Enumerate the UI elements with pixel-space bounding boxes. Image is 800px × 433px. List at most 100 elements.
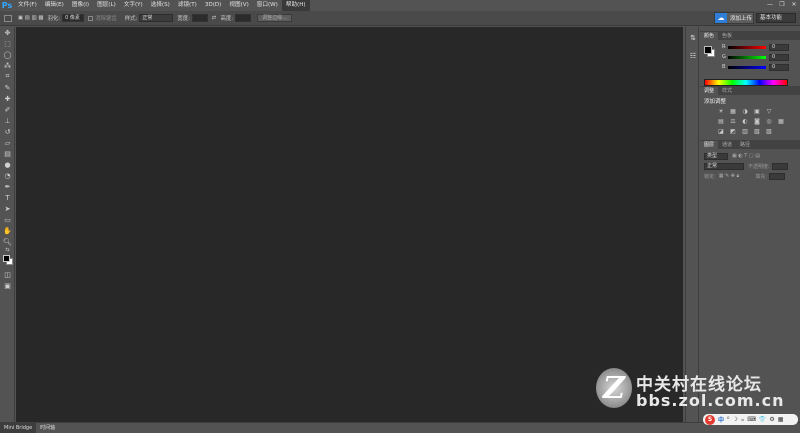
color-spectrum[interactable] — [704, 79, 788, 86]
swap-icon[interactable]: ⇄ — [212, 15, 217, 21]
refine-edge-button[interactable]: 调整边缘... — [257, 14, 292, 22]
restore-button[interactable]: ❐ — [776, 0, 788, 9]
color-swatches[interactable] — [0, 253, 15, 269]
brightness-icon[interactable]: ☀ — [716, 107, 726, 115]
vibrance-icon[interactable]: ▽ — [764, 107, 774, 115]
invert-icon[interactable]: ◪ — [716, 127, 726, 135]
type-tool-icon[interactable]: T — [0, 192, 15, 203]
menu-file[interactable]: 文件(F) — [14, 0, 41, 11]
ime-chinese-mode[interactable]: 中 — [718, 415, 724, 424]
levels-icon[interactable]: ▦ — [728, 107, 738, 115]
lock-icons[interactable]: ▦ ✎ ✥ 🔒︎ — [719, 173, 740, 179]
minimize-button[interactable]: — — [764, 0, 776, 9]
marquee-tool-icon[interactable]: ⬚ — [0, 38, 15, 49]
opacity-input[interactable] — [771, 162, 788, 170]
tab-color[interactable]: 颜色 — [700, 32, 719, 40]
marquee-tool-preset[interactable] — [4, 14, 14, 22]
gradient-map-icon[interactable]: ▨ — [752, 127, 762, 135]
style-select[interactable]: 正常 — [139, 14, 174, 22]
menu-type[interactable]: 文字(Y) — [120, 0, 147, 11]
menu-edit[interactable]: 编辑(E) — [41, 0, 68, 11]
workspace-select[interactable]: 基本功能 — [756, 13, 796, 23]
ime-moon-icon[interactable]: ☽ — [732, 416, 737, 423]
height-input[interactable] — [235, 14, 252, 22]
healing-brush-icon[interactable]: ✚ — [0, 93, 15, 104]
crop-tool-icon[interactable]: ⌗ — [0, 71, 15, 82]
menu-image[interactable]: 图像(I) — [68, 0, 93, 11]
black-white-icon[interactable]: ◐ — [740, 117, 750, 125]
menu-view[interactable]: 视图(V) — [225, 0, 252, 11]
screen-mode-icon[interactable]: ▣ — [0, 280, 15, 291]
gradient-tool-icon[interactable]: ▤ — [0, 148, 15, 159]
feather-input[interactable]: 0 像素 — [62, 14, 85, 22]
upload-button[interactable]: ☁ 添加上传 — [714, 12, 754, 24]
history-brush-icon[interactable]: ↺ — [0, 126, 15, 137]
ime-skin-icon[interactable]: 👕 — [759, 416, 766, 423]
photo-filter-icon[interactable]: ◙ — [752, 117, 762, 125]
properties-panel-icon[interactable]: ☷ — [686, 49, 700, 63]
filter-icons[interactable]: ▣ ◐ T ▢ ▤ — [732, 153, 760, 159]
layer-kind-select[interactable]: 类型 — [704, 152, 728, 160]
menu-help[interactable]: 帮助(H) — [281, 0, 310, 11]
rectangle-tool-icon[interactable]: ▭ — [0, 214, 15, 225]
green-slider[interactable] — [728, 55, 766, 59]
selection-modes[interactable]: ▣ ▤ ▥ ▦ — [18, 15, 44, 21]
lasso-tool-icon[interactable]: ◯ — [0, 49, 15, 60]
tab-swatches[interactable]: 色板 — [718, 32, 736, 40]
foreground-color[interactable] — [3, 255, 10, 262]
ime-keyboard-icon[interactable]: ⌨ — [747, 416, 756, 423]
ime-punctuation-icon[interactable]: ⁰ — [727, 416, 729, 423]
threshold-icon[interactable]: ▥ — [740, 127, 750, 135]
posterize-icon[interactable]: ◩ — [728, 127, 738, 135]
red-slider[interactable] — [728, 45, 766, 49]
sogou-logo-icon[interactable]: S — [705, 414, 715, 425]
tab-timeline[interactable]: 时间轴 — [36, 423, 59, 433]
zoom-tool-icon[interactable]: 🔍︎ — [0, 236, 15, 247]
eraser-icon[interactable]: ▱ — [0, 137, 15, 148]
green-value[interactable]: 0 — [769, 53, 789, 61]
tab-styles[interactable]: 样式 — [718, 87, 736, 95]
magic-wand-icon[interactable]: ⁂ — [0, 60, 15, 71]
ime-dot-icon[interactable]: ⸰ — [741, 416, 744, 424]
menu-layer[interactable]: 图层(L) — [93, 0, 120, 11]
path-select-icon[interactable]: ➤ — [0, 203, 15, 214]
tab-channels[interactable]: 通道 — [718, 141, 736, 149]
ime-toolbox-icon[interactable]: ▦ — [778, 416, 784, 423]
channel-mixer-icon[interactable]: ◎ — [764, 117, 774, 125]
blue-value[interactable]: 0 — [769, 63, 789, 71]
tab-paths[interactable]: 路径 — [736, 141, 754, 149]
color-lookup-icon[interactable]: ▦ — [776, 117, 786, 125]
blend-mode-select[interactable]: 正常 — [704, 162, 744, 170]
menu-window[interactable]: 窗口(W) — [253, 0, 282, 11]
brush-tool-icon[interactable]: ✐ — [0, 104, 15, 115]
tab-layers[interactable]: 图层 — [700, 141, 719, 149]
menu-filter[interactable]: 滤镜(T) — [174, 0, 201, 11]
menu-3d[interactable]: 3D(D) — [201, 0, 226, 11]
selective-color-icon[interactable]: ▧ — [764, 127, 774, 135]
exposure-icon[interactable]: ▣ — [752, 107, 762, 115]
tab-mini-bridge[interactable]: Mini Bridge — [0, 423, 37, 433]
antialias-checkbox[interactable]: 消除锯齿 — [88, 14, 117, 22]
eyedropper-icon[interactable]: ✎ — [0, 82, 15, 93]
blue-slider[interactable] — [728, 65, 766, 69]
width-input[interactable] — [191, 14, 208, 22]
ime-settings-icon[interactable]: ⚙ — [769, 416, 774, 423]
curves-icon[interactable]: ◑ — [740, 107, 750, 115]
document-workspace[interactable] — [16, 27, 683, 422]
clone-stamp-icon[interactable]: ⊥ — [0, 115, 15, 126]
pen-tool-icon[interactable]: ✒ — [0, 181, 15, 192]
history-panel-icon[interactable]: ⇅ — [686, 31, 700, 45]
dodge-tool-icon[interactable]: ◔ — [0, 170, 15, 181]
close-button[interactable]: ✕ — [788, 0, 800, 9]
move-tool-icon[interactable]: ✥ — [0, 27, 15, 38]
fill-input[interactable] — [768, 172, 785, 180]
menu-select[interactable]: 选择(S) — [147, 0, 174, 11]
hue-saturation-icon[interactable]: ▤ — [716, 117, 726, 125]
tab-adjustments[interactable]: 调整 — [700, 87, 719, 95]
color-balance-icon[interactable]: ⚖ — [728, 117, 738, 125]
panel-foreground-color[interactable] — [704, 46, 712, 54]
blur-tool-icon[interactable]: ● — [0, 159, 15, 170]
hand-tool-icon[interactable]: ✋ — [0, 225, 15, 236]
quick-mask-icon[interactable]: ◫ — [0, 269, 15, 280]
red-value[interactable]: 0 — [769, 43, 789, 51]
